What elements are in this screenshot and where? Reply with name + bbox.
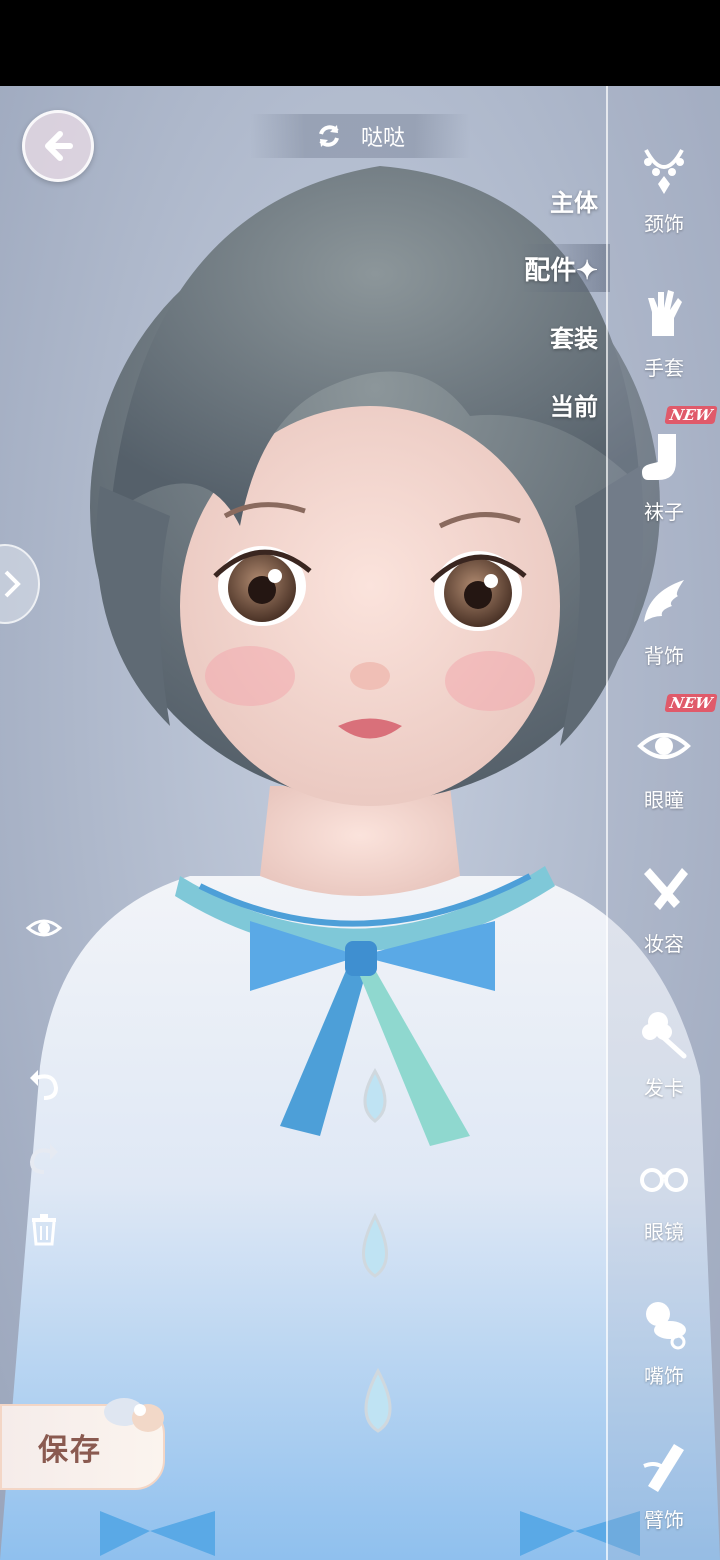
- redo-button[interactable]: [22, 1136, 66, 1180]
- accessory-item-pupils[interactable]: NEW 眼瞳: [608, 694, 720, 838]
- dressing-stage: 哒哒 主体 配件✦ 套装 当前 颈饰 手套 NEW 袜子 背饰 NEW 眼瞳 妆…: [0, 86, 720, 1560]
- makeup-brush-icon: [634, 860, 694, 920]
- redo-icon: [29, 1144, 58, 1174]
- new-badge: NEW: [664, 406, 718, 424]
- accessory-label: 袜子: [644, 500, 684, 524]
- accessory-item-socks[interactable]: NEW 袜子: [608, 406, 720, 550]
- accessory-label: 臂饰: [644, 1508, 684, 1532]
- panel-divider: [606, 86, 608, 1560]
- accessory-label: 颈饰: [644, 212, 684, 236]
- ribbon-decoration-icon: [104, 1398, 164, 1432]
- back-button[interactable]: [22, 110, 94, 182]
- tab-main-body[interactable]: 主体: [520, 176, 610, 224]
- accessory-item-glasses[interactable]: 眼镜: [608, 1140, 720, 1270]
- glove-icon: [634, 284, 694, 344]
- armlet-icon: [634, 1436, 694, 1496]
- delete-button[interactable]: [22, 1206, 66, 1250]
- character-name-bar[interactable]: 哒哒: [250, 114, 470, 158]
- accessory-item-back[interactable]: 背饰: [608, 564, 720, 694]
- pacifier-icon: [634, 1292, 694, 1352]
- accessory-label: 妆容: [644, 932, 684, 956]
- accessory-item-hairclip[interactable]: 发卡: [608, 996, 720, 1126]
- trash-icon: [32, 1214, 56, 1246]
- new-badge: NEW: [664, 694, 718, 712]
- accessory-item-makeup[interactable]: 妆容: [608, 852, 720, 982]
- tab-accessories[interactable]: 配件✦: [520, 244, 610, 292]
- glasses-icon: [634, 1148, 694, 1208]
- wing-icon: [634, 572, 694, 632]
- accessory-item-gloves[interactable]: 手套: [608, 276, 720, 406]
- save-label: 保存: [38, 1433, 102, 1468]
- arrow-left-icon: [45, 131, 73, 161]
- chevron-right-icon: [4, 570, 21, 598]
- accessory-label: 嘴饰: [644, 1364, 684, 1388]
- accessory-item-necklace[interactable]: 颈饰: [608, 132, 720, 262]
- tab-outfit-set[interactable]: 套装: [520, 312, 610, 360]
- undo-icon: [30, 1070, 59, 1100]
- accessory-label: 手套: [644, 356, 684, 380]
- category-tabs: 主体 配件✦ 套装 当前: [520, 176, 610, 448]
- sock-icon: [634, 428, 694, 488]
- accessory-label: 眼瞳: [644, 788, 684, 812]
- status-bar: [0, 0, 720, 86]
- character-name: 哒哒: [360, 126, 405, 151]
- tab-current[interactable]: 当前: [520, 380, 610, 428]
- accessory-label: 背饰: [644, 644, 684, 668]
- expand-panel-button[interactable]: [0, 544, 40, 624]
- necklace-icon: [634, 140, 694, 200]
- refresh-icon[interactable]: [315, 122, 343, 150]
- eye-toggle-icon: [25, 919, 63, 937]
- accessory-item-arm[interactable]: 臂饰: [608, 1428, 720, 1558]
- visibility-toggle-button[interactable]: [22, 906, 66, 950]
- accessory-label: 发卡: [644, 1076, 684, 1100]
- accessory-panel: 颈饰 手套 NEW 袜子 背饰 NEW 眼瞳 妆容 发卡 眼镜 嘴饰 臂饰: [608, 86, 720, 1560]
- undo-button[interactable]: [22, 1062, 66, 1106]
- accessory-label: 眼镜: [644, 1220, 684, 1244]
- eye-icon: [634, 716, 694, 776]
- accessory-item-mouth[interactable]: 嘴饰: [608, 1284, 720, 1414]
- hairclip-icon: [634, 1004, 694, 1064]
